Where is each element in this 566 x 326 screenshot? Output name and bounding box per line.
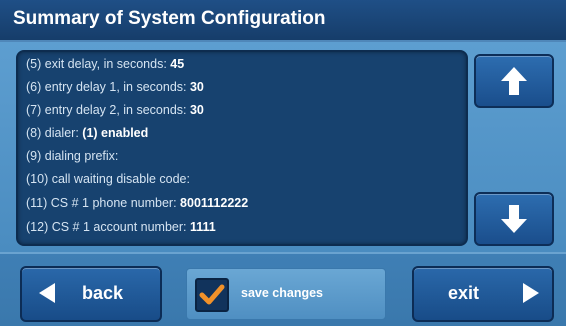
exit-button[interactable]: exit (412, 266, 554, 322)
config-item-value: 8001112222 (180, 196, 249, 210)
config-item-label: (5) exit delay, in seconds: (26, 57, 167, 71)
config-item-label: (12) CS # 1 account number: (26, 220, 187, 234)
config-item-label: (9) dialing prefix: (26, 149, 119, 163)
config-list: (5) exit delay, in seconds: 45 (6) entry… (16, 50, 468, 246)
config-item-label: (10) call waiting disable code: (26, 172, 190, 186)
config-item-value: 45 (170, 57, 185, 71)
scroll-down-button[interactable] (474, 192, 554, 246)
config-item: (8) dialer: (1) enabled (26, 123, 148, 143)
config-item-label: (6) entry delay 1, in seconds: (26, 80, 187, 94)
config-item: (9) dialing prefix: (26, 146, 118, 166)
config-item-label: (7) entry delay 2, in seconds: (26, 103, 187, 117)
arrow-down-icon (501, 205, 527, 233)
save-changes-toggle[interactable]: save changes (186, 268, 386, 320)
config-item: (6) entry delay 1, in seconds: 30 (26, 77, 204, 97)
config-item-value: 30 (189, 80, 204, 94)
save-changes-checkbox[interactable] (195, 278, 229, 312)
config-item: (10) call waiting disable code: (26, 169, 190, 189)
checkmark-icon (199, 284, 225, 305)
exit-button-label: exit (448, 283, 480, 303)
save-changes-label: save changes (241, 286, 323, 300)
config-item-value: (1) enabled (82, 126, 149, 140)
config-item-value: 30 (189, 103, 204, 117)
page-title: Summary of System Configuration (13, 8, 326, 29)
config-item: (12) CS # 1 account number: 1111 (26, 217, 216, 237)
arrow-right-icon (523, 283, 539, 303)
config-item: (11) CS # 1 phone number: 8001112222 (26, 193, 248, 213)
config-item-label: (11) CS # 1 phone number: (26, 196, 177, 210)
scroll-up-button[interactable] (474, 54, 554, 108)
arrow-up-icon (501, 67, 527, 95)
config-item: (5) exit delay, in seconds: 45 (26, 54, 184, 74)
arrow-left-icon (39, 283, 55, 303)
back-button[interactable]: back (20, 266, 162, 322)
title-bar: Summary of System Configuration (0, 0, 566, 42)
config-item-label: (8) dialer: (26, 126, 79, 140)
back-button-label: back (82, 283, 124, 303)
config-item: (7) entry delay 2, in seconds: 30 (26, 100, 204, 120)
config-item-value: 1111 (189, 220, 216, 234)
